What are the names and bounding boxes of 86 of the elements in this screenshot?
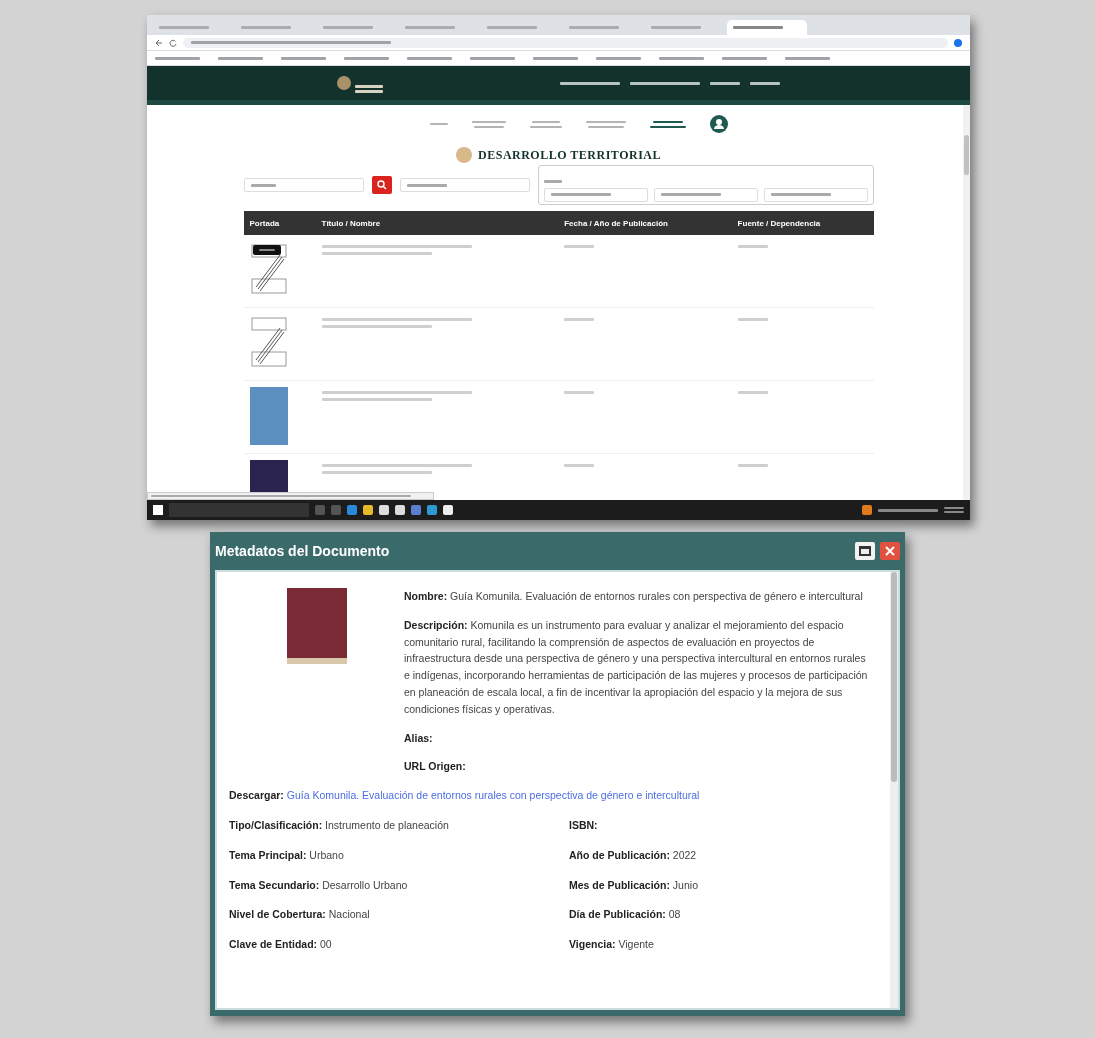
scrollbar[interactable] [963, 105, 970, 500]
close-icon[interactable] [880, 542, 900, 560]
blurred-text-drawing [585, 120, 626, 128]
blurred-text-drawing [596, 56, 641, 60]
alias-label: Alias: [404, 731, 433, 744]
filter-select[interactable] [653, 187, 758, 202]
blurred-text-drawing [785, 56, 830, 60]
blurred-text-drawing [323, 26, 373, 29]
filter-select[interactable] [763, 187, 868, 202]
metadata-field: Vigencia: Vigente [569, 936, 870, 953]
emblem-icon [337, 76, 351, 90]
description-text: Descripción: Komunila es un instrumento para evaluar y analizar el mejoramiento del espacio comunitario rural, facilitando la comprensión de aspectos de evaluación en proyectos de infraestructura desde una perspectiva de género y una perspectiva intercultural en entornos rurales e indígenas, incorporando herramientas de participación de las mujeres y procesos de participación en planeación de escala local, a fin de incentivar la apropiación del espacio y la mejora de sus condiciones físicas y operativas. [404, 617, 869, 717]
blurred-text-drawing [737, 245, 768, 248]
reload-icon[interactable] [169, 38, 177, 47]
blurred-text-drawing [564, 464, 595, 467]
blurred-text-drawing [487, 26, 537, 29]
metadata-field: ISBN: [569, 816, 870, 834]
browser-tab[interactable] [727, 20, 807, 35]
blurred-text-drawing [659, 56, 704, 60]
download-link[interactable]: Guía Komunila. Evaluación de entornos rurales con perspectiva de género e intercultural [286, 789, 700, 802]
emblem-icon [456, 147, 473, 163]
metadata-field: Clave de Entidad: 00 [229, 936, 569, 953]
url-origin-label: URL Origen: [404, 760, 466, 773]
page-title: DESARROLLO TERRITORIAL [478, 147, 661, 163]
blurred-text-drawing [630, 81, 700, 85]
metadata-field: Año de Publicación: 2022 [569, 846, 870, 864]
windows-start-icon[interactable] [153, 505, 163, 515]
metadata-field: Día de Publicación: 08 [569, 906, 870, 924]
column-header: Portada [243, 211, 316, 235]
blurred-text-drawing [470, 56, 515, 60]
blurred-text-drawing [471, 120, 506, 128]
search-button[interactable] [371, 176, 392, 194]
blurred-text-drawing [737, 391, 768, 394]
blurred-text-drawing [878, 508, 938, 512]
address-bar[interactable] [183, 37, 948, 48]
blurred-text-drawing [651, 26, 701, 29]
search-icon [376, 180, 387, 190]
back-arrow-icon[interactable] [155, 38, 163, 47]
blurred-text-drawing [770, 193, 831, 196]
blurred-text-drawing [406, 183, 447, 187]
filter-select[interactable] [543, 187, 648, 202]
blurred-text-drawing [159, 26, 209, 29]
blurred-text-drawing [543, 179, 562, 183]
download-label: Descargar: [229, 789, 284, 802]
blurred-text-drawing [281, 56, 326, 60]
blurred-text-drawing [218, 56, 263, 60]
blurred-text-drawing [737, 318, 768, 321]
metadata-field: Tema Secundario: Desarrollo Urbano [229, 876, 569, 894]
metadata-field: Tema Principal: Urbano [229, 846, 569, 864]
blurred-text-drawing [529, 120, 562, 128]
blurred-text-drawing [550, 193, 611, 196]
user-avatar-icon[interactable] [709, 115, 728, 133]
blurred-text-drawing [660, 193, 721, 196]
blurred-text-drawing [722, 56, 767, 60]
window-icon[interactable] [855, 542, 875, 560]
search-select[interactable] [243, 178, 364, 192]
metadata-field: Nivel de Cobertura: Nacional [229, 906, 569, 924]
blurred-text-drawing [737, 464, 768, 467]
blurred-text-drawing [250, 183, 276, 187]
scrollbar[interactable] [890, 572, 898, 1008]
blurred-text-drawing [564, 318, 595, 321]
blurred-text-drawing [533, 56, 578, 60]
metadata-field: Mes de Publicación: Junio [569, 876, 870, 894]
blurred-text-drawing [564, 245, 595, 248]
blurred-text-drawing [241, 26, 291, 29]
blurred-text-drawing [407, 56, 452, 60]
blurred-text-drawing [344, 56, 389, 60]
blurred-text-drawing [569, 26, 619, 29]
blurred-text-drawing [733, 26, 783, 29]
column-header: Fecha / Año de Publicación [558, 211, 732, 235]
blurred-text-drawing [649, 120, 686, 128]
column-header: Título / Nombre [315, 211, 559, 235]
blurred-text-drawing [710, 81, 740, 85]
column-header: Fuente / Dependencia [731, 211, 874, 235]
dialog-title: Metadatos del Documento [215, 543, 390, 559]
name-text: Nombre: Guía Komunila. Evaluación de entornos rurales con perspectiva de género e intercultural [404, 589, 864, 604]
order-select[interactable] [399, 178, 530, 192]
blurred-text-drawing [944, 507, 964, 513]
blurred-text-drawing [750, 81, 780, 85]
blurred-text-drawing [560, 81, 620, 85]
metadata-field: Tipo/Clasificación: Instrumento de planeación [229, 816, 569, 834]
blurred-text-drawing [355, 84, 383, 93]
profile-icon[interactable] [954, 38, 962, 47]
blurred-text-drawing [405, 26, 455, 29]
blurred-text-drawing [564, 391, 595, 394]
blurred-text-drawing [155, 56, 200, 60]
